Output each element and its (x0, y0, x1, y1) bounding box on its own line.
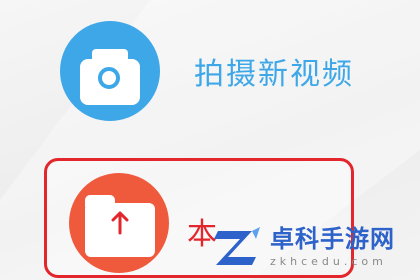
watermark-url: zkhcedu.com (270, 254, 387, 268)
watermark-logo-icon (214, 227, 260, 265)
camera-icon (60, 21, 160, 121)
shoot-new-video-label: 拍摄新视频 (194, 57, 354, 92)
shoot-new-video-option[interactable]: 拍摄新视频 (60, 12, 400, 130)
watermark: 卓科手游网 zkhcedu.com (212, 218, 412, 274)
upload-folder-icon (69, 173, 169, 273)
upload-arrow-icon (111, 211, 129, 235)
watermark-name: 卓科手游网 (270, 224, 395, 253)
